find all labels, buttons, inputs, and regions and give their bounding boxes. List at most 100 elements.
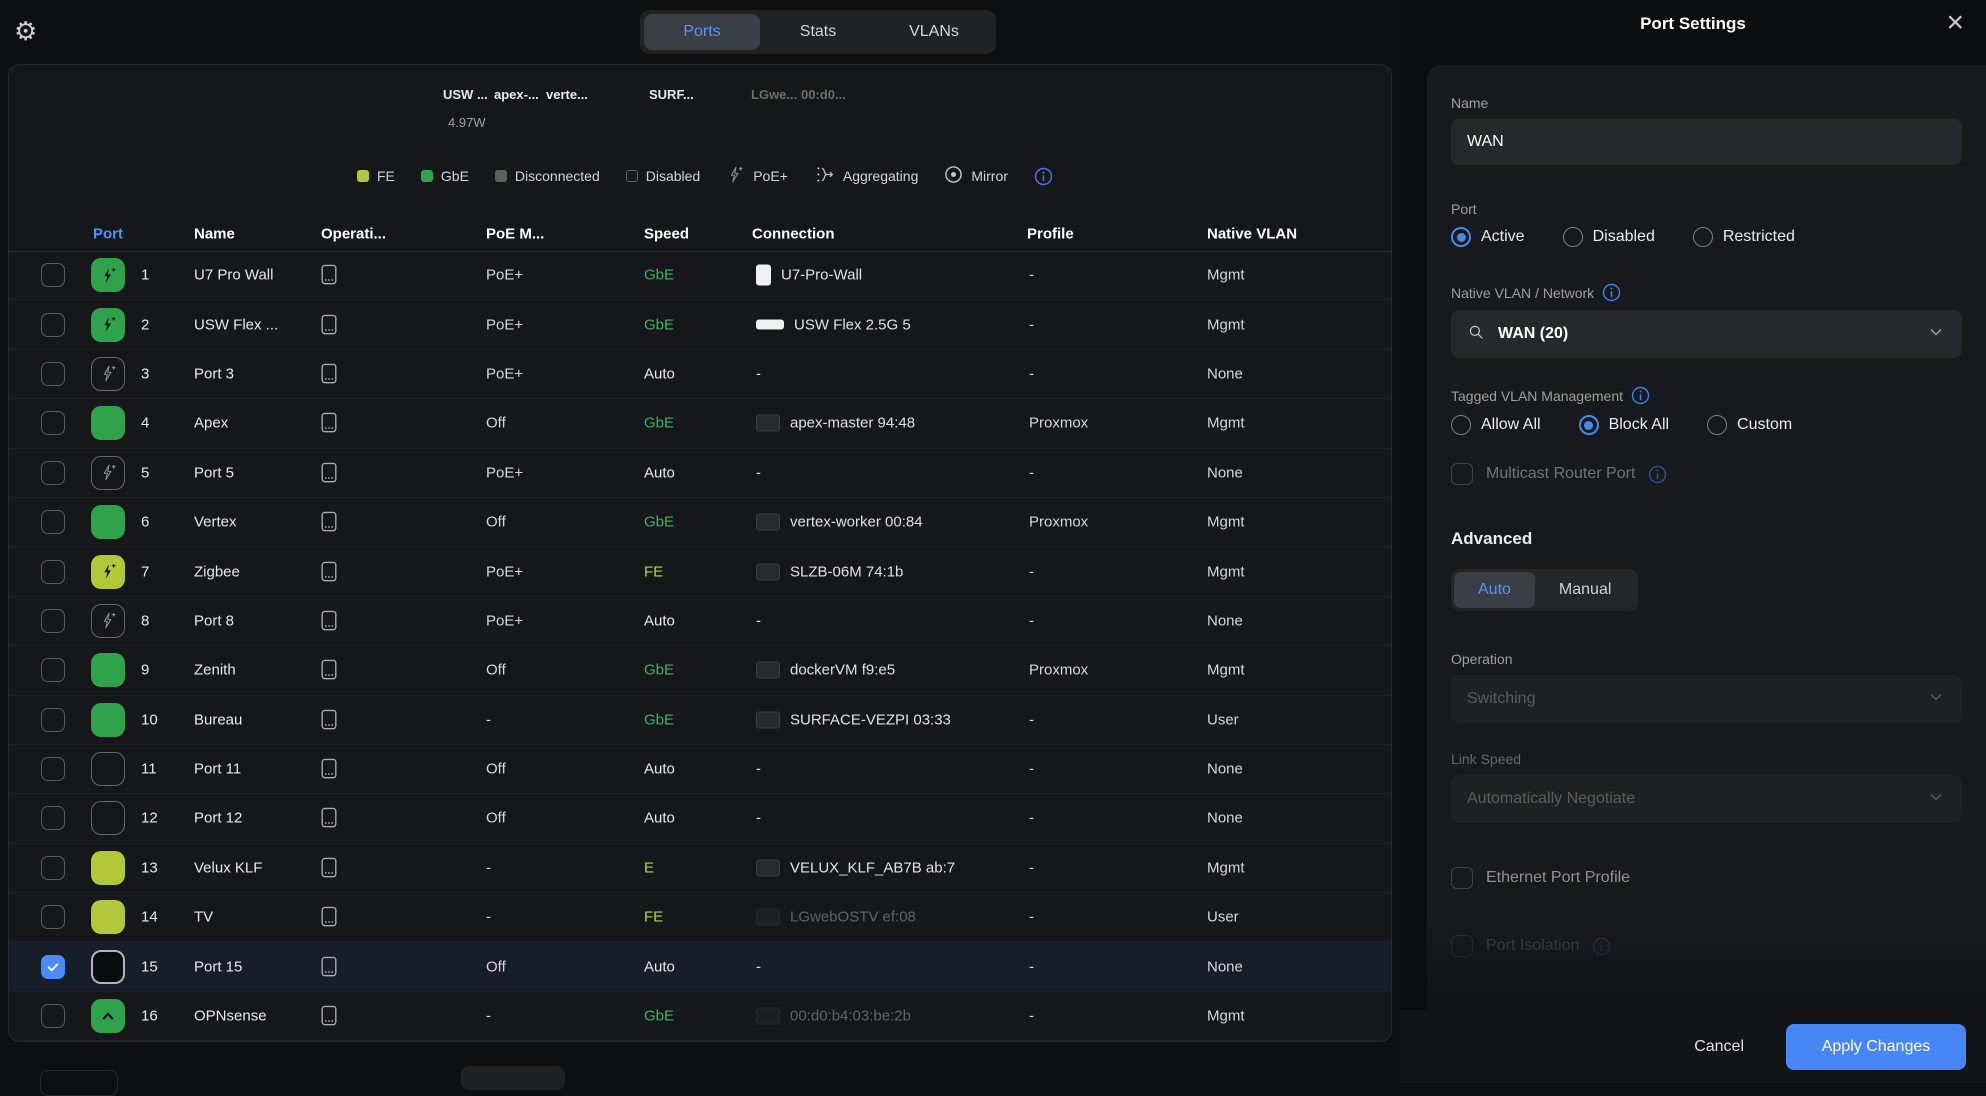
column-header-profile[interactable]: Profile <box>1027 226 1074 243</box>
table-row-port-14[interactable]: 14 TV - FE LGwebOSTV ef:08 - User <box>9 893 1391 942</box>
port-speed: Auto <box>644 612 675 629</box>
info-icon[interactable] <box>1602 283 1621 302</box>
row-checkbox[interactable] <box>41 708 65 732</box>
port-status-icon <box>91 357 125 391</box>
operation-select[interactable]: Switching <box>1451 675 1962 723</box>
name-input[interactable]: WAN <box>1451 119 1962 165</box>
port-number: 12 <box>141 810 158 827</box>
apply-changes-button[interactable]: Apply Changes <box>1786 1024 1966 1070</box>
row-checkbox[interactable] <box>41 1004 65 1028</box>
ethernet-port-profile-checkbox[interactable]: Ethernet Port Profile <box>1451 867 1962 889</box>
switch-icon <box>319 856 339 880</box>
toggle-auto[interactable]: Auto <box>1454 572 1535 608</box>
tab-vlans[interactable]: VLANs <box>876 14 992 50</box>
row-checkbox[interactable] <box>41 658 65 682</box>
radio-tagged-vlan-block-all[interactable]: Block All <box>1579 415 1669 435</box>
native-vlan: User <box>1207 909 1239 926</box>
port-number: 8 <box>141 612 149 629</box>
row-checkbox[interactable] <box>41 856 65 880</box>
pagination-stub[interactable] <box>461 1066 565 1090</box>
port-isolation-checkbox[interactable]: Port Isolation <box>1451 935 1962 957</box>
radio-port-restricted[interactable]: Restricted <box>1693 227 1795 247</box>
port-number: 3 <box>141 365 149 382</box>
row-checkbox[interactable] <box>41 609 65 633</box>
switch-icon <box>319 708 339 732</box>
cancel-button[interactable]: Cancel <box>1694 1038 1744 1056</box>
table-row-port-3[interactable]: 3 Port 3 PoE+ Auto - - None <box>9 350 1391 399</box>
native-vlan: Mgmt <box>1207 267 1245 284</box>
port-speed: GbE <box>644 1008 674 1025</box>
settings-gear-icon[interactable]: ⚙ <box>14 18 37 44</box>
link-speed-select[interactable]: Automatically Negotiate <box>1451 775 1962 823</box>
table-row-port-1[interactable]: 1 U7 Pro Wall PoE+ GbE U7-Pro-Wall - Mgm… <box>9 251 1391 300</box>
table-row-port-12[interactable]: 12 Port 12 Off Auto - - None <box>9 794 1391 843</box>
row-checkbox[interactable] <box>41 313 65 337</box>
column-header-operati-[interactable]: Operati... <box>321 226 386 243</box>
column-header-connection[interactable]: Connection <box>752 226 835 243</box>
table-row-port-8[interactable]: 8 Port 8 PoE+ Auto - - None <box>9 597 1391 646</box>
close-icon[interactable]: × <box>1946 8 1964 38</box>
port-speed: GbE <box>644 514 674 531</box>
table-row-port-16[interactable]: 16 OPNsense - GbE 00:d0:b4:03:be:2b - Mg… <box>9 992 1391 1041</box>
device-label: USW ... <box>443 87 488 102</box>
port-status-icon <box>91 406 125 440</box>
native-vlan: None <box>1207 761 1243 778</box>
column-header-poe-m-[interactable]: PoE M... <box>486 226 544 243</box>
radio-tagged-vlan-allow-all[interactable]: Allow All <box>1451 415 1541 435</box>
multicast-router-port-checkbox[interactable]: Multicast Router Port <box>1451 463 1962 485</box>
row-checkbox[interactable] <box>41 461 65 485</box>
row-checkbox[interactable] <box>41 905 65 929</box>
info-icon[interactable] <box>1034 167 1053 186</box>
port-profile: - <box>1029 316 1034 333</box>
row-checkbox[interactable] <box>41 263 65 287</box>
column-header-native-vlan[interactable]: Native VLAN <box>1207 226 1297 243</box>
table-row-port-7[interactable]: 7 Zigbee PoE+ FE SLZB-06M 74:1b - Mgmt <box>9 547 1391 596</box>
table-row-port-4[interactable]: 4 Apex Off GbE apex-master 94:48 Proxmox… <box>9 399 1391 448</box>
tagged-vlan-label: Tagged VLAN Management <box>1451 386 1962 405</box>
row-checkbox[interactable] <box>41 362 65 386</box>
info-icon[interactable] <box>1648 465 1667 484</box>
info-icon[interactable] <box>1592 937 1611 956</box>
radio-tagged-vlan-custom[interactable]: Custom <box>1707 415 1792 435</box>
info-icon[interactable] <box>1631 386 1650 405</box>
poe-mode: - <box>486 859 491 876</box>
table-row-port-2[interactable]: 2 USW Flex ... PoE+ GbE USW Flex 2.5G 5 … <box>9 300 1391 349</box>
table-row-port-6[interactable]: 6 Vertex Off GbE vertex-worker 00:84 Pro… <box>9 498 1391 547</box>
toggle-manual[interactable]: Manual <box>1535 572 1635 608</box>
table-body: 1 U7 Pro Wall PoE+ GbE U7-Pro-Wall - Mgm… <box>9 251 1391 1041</box>
table-footer-stub <box>40 1070 118 1096</box>
radio-port-disabled[interactable]: Disabled <box>1563 227 1655 247</box>
column-header-speed[interactable]: Speed <box>644 226 689 243</box>
radio-circle <box>1451 415 1471 435</box>
row-checkbox[interactable] <box>41 411 65 435</box>
connection: - <box>756 761 761 778</box>
legend-info[interactable] <box>1034 167 1053 186</box>
row-checkbox[interactable] <box>41 955 65 979</box>
row-checkbox[interactable] <box>41 510 65 534</box>
native-vlan-select[interactable]: WAN (20) <box>1451 310 1962 358</box>
port-profile: Proxmox <box>1029 662 1088 679</box>
port-number: 6 <box>141 514 149 531</box>
table-row-port-13[interactable]: 13 Velux KLF - E VELUX_KLF_AB7B ab:7 - M… <box>9 844 1391 893</box>
port-status-radio-group: Active Disabled Restricted <box>1451 227 1962 247</box>
row-checkbox[interactable] <box>41 560 65 584</box>
connection: LGwebOSTV ef:08 <box>756 909 916 926</box>
port-number: 5 <box>141 464 149 481</box>
radio-port-active[interactable]: Active <box>1451 227 1525 247</box>
unifi-device-icon <box>756 265 771 286</box>
poe-mode: - <box>486 909 491 926</box>
port-speed: GbE <box>644 662 674 679</box>
table-row-port-5[interactable]: 5 Port 5 PoE+ Auto - - None <box>9 449 1391 498</box>
port-name: Velux KLF <box>194 859 262 876</box>
table-row-port-11[interactable]: 11 Port 11 Off Auto - - None <box>9 745 1391 794</box>
row-checkbox[interactable] <box>41 806 65 830</box>
column-header-port[interactable]: Port <box>93 226 123 243</box>
tab-ports[interactable]: Ports <box>644 14 760 50</box>
tab-stats[interactable]: Stats <box>760 14 876 50</box>
row-checkbox[interactable] <box>41 757 65 781</box>
table-row-port-15[interactable]: 15 Port 15 Off Auto - - None <box>9 942 1391 991</box>
port-status-icon <box>91 801 125 835</box>
table-row-port-10[interactable]: 10 Bureau - GbE SURFACE-VEZPI 03:33 - Us… <box>9 696 1391 745</box>
table-row-port-9[interactable]: 9 Zenith Off GbE dockerVM f9:e5 Proxmox … <box>9 646 1391 695</box>
column-header-name[interactable]: Name <box>194 226 235 243</box>
